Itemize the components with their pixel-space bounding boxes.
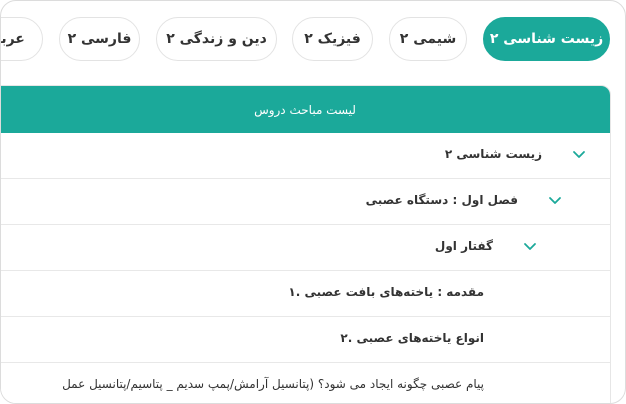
topic-label: مقدمه : یاخته‌های بافت عصبی .۱ <box>288 285 484 299</box>
topic-row-course[interactable]: زیست شناسی ۲ <box>1 133 610 179</box>
topic-row-item[interactable]: انواع یاخته‌های عصبی .۲ <box>1 317 610 363</box>
tab-chemistry[interactable]: شیمی ۲ <box>389 17 467 61</box>
topic-label: گفتار اول <box>434 239 493 253</box>
chevron-down-icon[interactable] <box>572 148 586 162</box>
topic-row-chapter[interactable]: فصل اول : دستگاه عصبی <box>1 179 610 225</box>
subject-tabs: زیست شناسی ۲ شیمی ۲ فیزیک ۲ دین و زندگی … <box>1 1 625 77</box>
panel-title: لیست مباحث دروس <box>1 86 610 133</box>
topic-label: فصل اول : دستگاه عصبی <box>365 193 518 207</box>
tab-physics[interactable]: فیزیک ۲ <box>292 17 373 61</box>
topic-row-lesson[interactable]: گفتار اول <box>1 225 610 271</box>
chevron-down-icon[interactable] <box>548 194 562 208</box>
tab-persian[interactable]: فارسی ۲ <box>59 17 140 61</box>
topic-label: انواع یاخته‌های عصبی .۲ <box>340 331 484 345</box>
app-frame: زیست شناسی ۲ شیمی ۲ فیزیک ۲ دین و زندگی … <box>0 0 626 404</box>
topic-label: زیست شناسی ۲ <box>444 147 542 161</box>
tab-religion[interactable]: دین و زندگی ۲ <box>156 17 277 61</box>
topic-row-item[interactable]: پیام عصبی چگونه ایجاد می شود؟ (پتانسیل آ… <box>1 363 610 403</box>
topic-row-item[interactable]: مقدمه : یاخته‌های بافت عصبی .۱ <box>1 271 610 317</box>
tab-biology[interactable]: زیست شناسی ۲ <box>483 17 610 61</box>
tab-arabic[interactable]: عربی <box>1 17 43 61</box>
topics-panel: لیست مباحث دروس زیست شناسی ۲ فصل اول : د… <box>1 85 611 403</box>
topic-label: پیام عصبی چگونه ایجاد می شود؟ (پتانسیل آ… <box>62 377 484 391</box>
chevron-down-icon[interactable] <box>523 240 537 254</box>
